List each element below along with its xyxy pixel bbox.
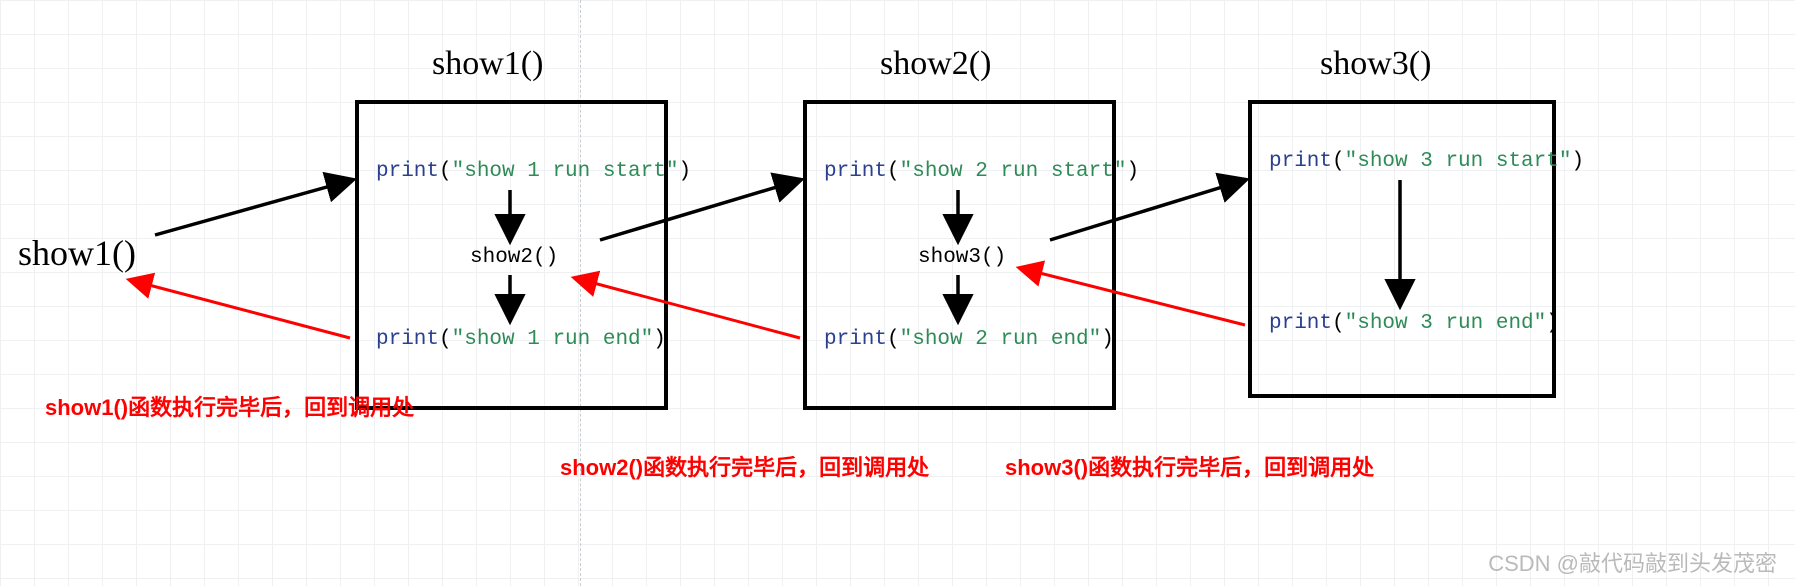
box2-end-line: print("show 2 run end") <box>824 328 1114 351</box>
box1-title: show1() <box>432 45 543 83</box>
box2-title: show2() <box>880 45 991 83</box>
print-fn: print <box>1269 150 1332 173</box>
string-literal: "show 3 run end" <box>1345 312 1547 335</box>
print-fn: print <box>824 328 887 351</box>
box3 <box>1248 100 1556 398</box>
box2-start-line: print("show 2 run start") <box>824 160 1139 183</box>
box1-start-line: print("show 1 run start") <box>376 160 691 183</box>
print-fn: print <box>1269 312 1332 335</box>
print-fn: print <box>376 328 439 351</box>
string-literal: "show 3 run start" <box>1345 150 1572 173</box>
return2-label: show2()函数执行完毕后，回到调用处 <box>560 450 929 482</box>
string-literal: "show 1 run start" <box>452 160 679 183</box>
box3-end-line: print("show 3 run end") <box>1269 312 1559 335</box>
box1-end-line: print("show 1 run end") <box>376 328 666 351</box>
return1-label: show1()函数执行完毕后，回到调用处 <box>45 390 414 422</box>
string-literal: "show 2 run end" <box>900 328 1102 351</box>
watermark: CSDN @敲代码敲到头发茂密 <box>1488 546 1777 578</box>
print-fn: print <box>824 160 887 183</box>
entry-call: show1() <box>18 232 136 274</box>
string-literal: "show 1 run end" <box>452 328 654 351</box>
box1-call: show2() <box>470 246 558 269</box>
return3-label: show3()函数执行完毕后，回到调用处 <box>1005 450 1374 482</box>
string-literal: "show 2 run start" <box>900 160 1127 183</box>
print-fn: print <box>376 160 439 183</box>
box3-start-line: print("show 3 run start") <box>1269 150 1584 173</box>
box3-title: show3() <box>1320 45 1431 83</box>
box2-call: show3() <box>918 246 1006 269</box>
